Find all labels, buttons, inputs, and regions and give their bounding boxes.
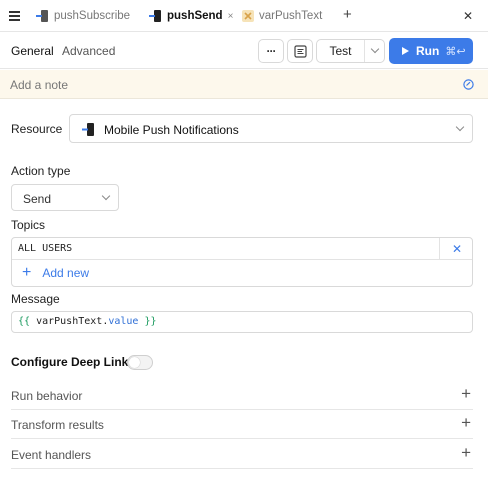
tab-general[interactable]: General: [11, 44, 54, 58]
note-input[interactable]: Add a note: [10, 78, 68, 92]
tab-advanced[interactable]: Advanced: [62, 44, 115, 58]
variable-icon: [241, 9, 255, 23]
toggle-knob: [129, 357, 140, 368]
close-panel-icon[interactable]: ✕: [463, 9, 473, 23]
chevron-down-icon: [101, 191, 111, 201]
more-icon: ···: [266, 44, 277, 58]
chevron-down-icon: [455, 122, 465, 132]
topics-label: Topics: [11, 218, 46, 232]
section-label: Event handlers: [11, 448, 92, 462]
section-transform-results[interactable]: Transform results +: [11, 410, 473, 439]
section-event-handlers[interactable]: Event handlers +: [11, 440, 473, 469]
add-tab-button[interactable]: +: [343, 7, 352, 22]
run-shortcut: ⌘↩: [445, 45, 466, 58]
resource-label: Resource: [11, 122, 63, 136]
tab-pushsend[interactable]: pushSend ×: [149, 6, 233, 26]
expand-plus-icon[interactable]: +: [461, 414, 471, 432]
section-label: Transform results: [11, 418, 104, 432]
message-input[interactable]: {{ varPushText.value }}: [11, 311, 473, 333]
add-new-topic-button[interactable]: + Add new: [22, 265, 89, 281]
tab-label: varPushText: [259, 10, 323, 22]
mobile-push-icon: [149, 9, 163, 23]
action-type-label: Action type: [11, 164, 71, 178]
deep-link-toggle[interactable]: [127, 355, 153, 370]
test-label: Test: [317, 40, 365, 62]
remove-topic-icon[interactable]: ✕: [452, 242, 462, 256]
mobile-push-icon: [36, 9, 50, 23]
query-toolbar: General Advanced ··· Test Run ⌘↩: [0, 33, 488, 69]
run-button[interactable]: Run ⌘↩: [389, 38, 473, 64]
tab-pushsubscribe[interactable]: pushSubscribe: [36, 6, 130, 26]
deep-link-label: Configure Deep Link: [11, 355, 129, 369]
test-button[interactable]: Test: [316, 39, 385, 63]
plus-icon: +: [22, 264, 32, 281]
template-prop: value: [108, 316, 139, 327]
template-var: varPushText: [36, 316, 103, 327]
template-open: {{: [18, 316, 31, 327]
expand-plus-icon[interactable]: +: [461, 385, 471, 403]
topics-list: ALL USERS ✕ + Add new: [11, 237, 473, 287]
play-icon: [402, 47, 409, 55]
section-run-behavior[interactable]: Run behavior +: [11, 381, 473, 410]
resource-select[interactable]: Mobile Push Notifications: [69, 114, 473, 143]
resource-value: Mobile Push Notifications: [104, 123, 239, 137]
chevron-down-icon[interactable]: [365, 40, 384, 62]
run-label: Run: [416, 44, 440, 58]
divider: [439, 238, 440, 260]
query-editor-button[interactable]: [287, 39, 313, 63]
link-icon[interactable]: [463, 79, 474, 90]
mobile-push-icon: [82, 123, 94, 136]
action-type-value: Send: [23, 192, 52, 206]
tab-varpushtext[interactable]: varPushText: [241, 6, 322, 26]
add-new-label: Add new: [42, 266, 90, 280]
message-value: {{ varPushText.value }}: [18, 316, 157, 327]
expand-plus-icon[interactable]: +: [461, 444, 471, 462]
topic-row: ALL USERS ✕: [12, 238, 472, 260]
action-type-select[interactable]: Send: [11, 184, 119, 211]
editor-icon: [293, 44, 307, 58]
close-tab-icon[interactable]: ×: [228, 11, 234, 22]
note-bar[interactable]: Add a note: [0, 70, 488, 99]
tab-label: pushSend: [167, 10, 223, 22]
template-close: }}: [144, 316, 157, 327]
message-label: Message: [11, 292, 60, 306]
menu-icon[interactable]: [8, 9, 22, 23]
more-options-button[interactable]: ···: [258, 39, 284, 63]
topic-value[interactable]: ALL USERS: [18, 243, 72, 254]
section-label: Run behavior: [11, 389, 83, 403]
query-tab-bar: pushSubscribe pushSend × varPushText + ✕: [0, 0, 488, 32]
tab-label: pushSubscribe: [54, 10, 131, 22]
